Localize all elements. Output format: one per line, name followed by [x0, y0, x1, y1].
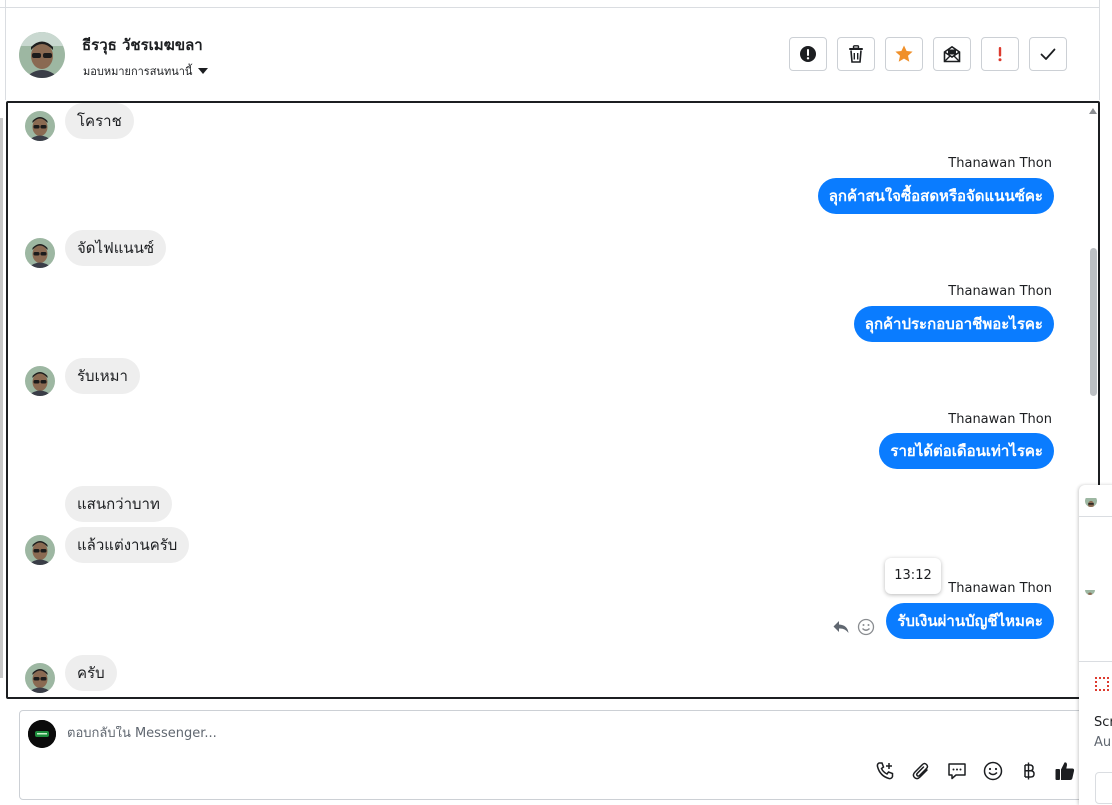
side-panel-subtext: Au [1094, 735, 1112, 750]
assign-label: มอบหมายการสนทนานี้ [83, 65, 193, 78]
exclamation-icon [998, 47, 1002, 62]
alert-circle-icon [800, 46, 816, 62]
incoming-message[interactable]: จัดไฟแนนซ์ [65, 230, 167, 266]
outgoing-message[interactable]: ลุกค้าประกอบอาชีพอะไรคะ [853, 306, 1054, 342]
reply-arrow-icon[interactable] [832, 618, 850, 640]
mark-done-button[interactable] [1029, 37, 1067, 71]
incoming-message[interactable]: โคราช [65, 103, 134, 139]
mark-unread-button[interactable] [933, 37, 971, 71]
incoming-message[interactable]: แล้วแต่งานครับ [65, 527, 190, 563]
incoming-message[interactable]: ครับ [65, 655, 117, 691]
contact-message-avatar[interactable] [25, 111, 55, 141]
envelope-open-icon [943, 45, 961, 63]
sender-name: Thanawan Thon [948, 284, 1052, 299]
incoming-message[interactable]: แสนกว่าบาท [65, 486, 172, 522]
thumbs-up-icon[interactable] [1054, 760, 1076, 782]
sender-name: Thanawan Thon [948, 156, 1052, 171]
side-panel-avatar [1085, 585, 1095, 595]
emoji-icon[interactable] [982, 760, 1004, 782]
message-thread[interactable]: โคราช Thanawan Thon ลุกค้าสนใจซื้อสดหรือ… [6, 101, 1100, 699]
outgoing-message[interactable]: ลุกค้าสนใจซื้อสดหรือจัดแนนซ์คะ [817, 178, 1054, 214]
contact-message-avatar[interactable] [25, 663, 55, 693]
assign-conversation-dropdown[interactable]: มอบหมายการสนทนานี้ [83, 62, 209, 80]
sender-name: Thanawan Thon [948, 581, 1052, 596]
incoming-message[interactable]: รับเหมา [65, 358, 140, 394]
top-divider [0, 7, 1100, 8]
page-avatar [28, 720, 56, 748]
caret-down-icon [198, 68, 209, 74]
side-panel-divider [1079, 661, 1112, 662]
reply-composer[interactable] [19, 710, 1094, 800]
message-time-tooltip: 13:12 [885, 558, 941, 594]
paperclip-icon[interactable] [910, 760, 932, 782]
saved-reply-icon[interactable] [946, 760, 968, 782]
scrollbar-thumb[interactable] [1090, 248, 1097, 396]
side-panel-text: Scr [1094, 715, 1112, 730]
star-button[interactable] [885, 37, 923, 71]
outgoing-message[interactable]: รับเงินผ่านบัญชีไหมคะ [886, 603, 1054, 639]
contact-avatar[interactable] [19, 32, 65, 78]
contact-message-avatar[interactable] [25, 238, 55, 268]
contact-message-avatar[interactable] [25, 535, 55, 565]
screenshot-tool-icon [1095, 677, 1109, 691]
trash-icon [849, 45, 863, 63]
left-scrollbar[interactable] [0, 118, 3, 678]
follow-up-button[interactable] [981, 37, 1019, 71]
side-panel-divider [1079, 516, 1112, 517]
outgoing-message[interactable]: รายได้ต่อเดือนเท่าไรคะ [879, 433, 1054, 469]
left-divider [5, 0, 6, 100]
side-chat-panel[interactable]: Scr Au [1079, 485, 1112, 805]
side-panel-button[interactable] [1095, 772, 1112, 804]
spam-button[interactable] [789, 37, 827, 71]
baht-icon[interactable] [1018, 760, 1040, 782]
check-icon [1040, 48, 1056, 60]
right-divider [1099, 0, 1100, 100]
delete-button[interactable] [837, 37, 875, 71]
reply-input[interactable] [67, 726, 827, 741]
phone-add-icon[interactable] [874, 760, 896, 782]
react-emoji-icon[interactable] [857, 618, 875, 640]
sender-name: Thanawan Thon [948, 412, 1052, 427]
contact-message-avatar[interactable] [25, 366, 55, 396]
scroll-up-arrow-icon[interactable] [1089, 108, 1097, 114]
contact-name[interactable]: ธีรวุธ วัชรเมฆขลา [82, 33, 203, 57]
star-icon [895, 45, 913, 62]
side-panel-avatar [1085, 495, 1097, 507]
